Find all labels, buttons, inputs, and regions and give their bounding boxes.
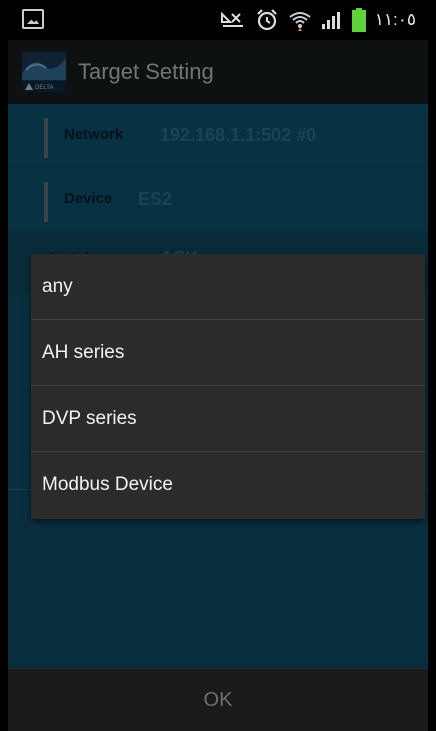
dropdown-option-ah-series[interactable]: AH series: [31, 320, 425, 386]
status-bar: ١١:٠٥: [8, 0, 428, 40]
battery-icon: [351, 8, 366, 32]
phone-frame: ١١:٠٥ DELTA Target Setting Network 192.1…: [0, 0, 436, 731]
ok-button-label: OK: [203, 689, 233, 711]
dropdown-option-modbus-device[interactable]: Modbus Device: [31, 452, 425, 518]
status-time: ١١:٠٥: [374, 10, 416, 29]
ok-button[interactable]: OK: [8, 668, 428, 731]
wifi-icon: [288, 8, 312, 32]
device-type-dropdown: any AH series DVP series Modbus Device: [31, 254, 425, 519]
alarm-icon: [255, 8, 279, 32]
dropdown-option-dvp-series[interactable]: DVP series: [31, 386, 425, 452]
screen: ١١:٠٥ DELTA Target Setting Network 192.1…: [8, 0, 428, 731]
image-notification-icon: [22, 9, 44, 29]
dropdown-option-any[interactable]: any: [31, 254, 425, 320]
status-icons: ١١:٠٥: [220, 7, 416, 33]
no-signal-icon: [220, 10, 246, 30]
signal-bars-icon: [321, 9, 343, 31]
